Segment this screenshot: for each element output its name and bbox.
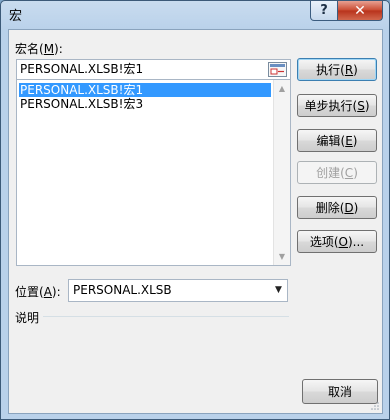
delete-button[interactable]: 删除(D) [297,196,377,219]
step-into-button-label: 单步执行(S) [304,99,370,113]
create-button-label: 创建(C) [316,166,358,180]
help-button[interactable]: ? [310,1,338,21]
run-button-label: 执行(R) [316,63,358,77]
range-select-button[interactable] [267,61,288,78]
macro-name-label: 宏名(M): [15,42,63,56]
macro-dialog: 宏 ? ✕ 宏名(M): PERSONAL.XLSB!宏1 PERSONAL.X… [0,0,390,420]
cancel-label: 取消 [327,385,352,399]
create-button[interactable]: 创建(C) [297,161,377,184]
description-label: 说明 [15,311,40,325]
delete-button-label: 删除(D) [315,201,359,215]
options-button[interactable]: 选项(O)... [297,230,377,253]
range-select-icon [268,62,287,77]
dialog-body: 宏名(M): PERSONAL.XLSB!宏1 PERSONAL.XLSB!宏1… [8,29,383,414]
chevron-down-icon[interactable]: ▼ [270,280,287,301]
macro-list-item[interactable]: PERSONAL.XLSB!宏3 [19,97,271,111]
macro-list-item[interactable]: PERSONAL.XLSB!宏1 [19,83,271,97]
scroll-down-arrow-icon[interactable]: ▼ [274,248,290,265]
macro-name-input[interactable]: PERSONAL.XLSB!宏1 [16,59,291,80]
macro-list[interactable]: PERSONAL.XLSB!宏1 PERSONAL.XLSB!宏3 ▲ ▼ [16,80,291,266]
run-button[interactable]: 执行(R) [297,58,377,81]
resize-grip-icon[interactable] [370,401,380,411]
list-scrollbar[interactable]: ▲ ▼ [273,80,290,265]
options-button-label: 选项(O)... [309,235,365,249]
close-button[interactable]: ✕ [337,1,383,21]
description-separator [43,316,289,317]
edit-button-label: 编辑(E) [316,134,358,148]
location-dropdown[interactable]: PERSONAL.XLSB ▼ [68,279,288,302]
location-label: 位置(A): [15,285,61,299]
window-title: 宏 [9,9,23,24]
step-into-button[interactable]: 单步执行(S) [297,94,377,117]
close-icon: ✕ [354,2,366,19]
help-icon: ? [320,3,328,18]
scroll-up-arrow-icon[interactable]: ▲ [274,80,290,97]
edit-button[interactable]: 编辑(E) [297,129,377,152]
cancel-button[interactable]: 取消 [302,379,378,404]
location-value: PERSONAL.XLSB [73,283,172,297]
title-bar[interactable]: 宏 ? ✕ [1,1,389,29]
macro-name-value: PERSONAL.XLSB!宏1 [20,62,144,76]
